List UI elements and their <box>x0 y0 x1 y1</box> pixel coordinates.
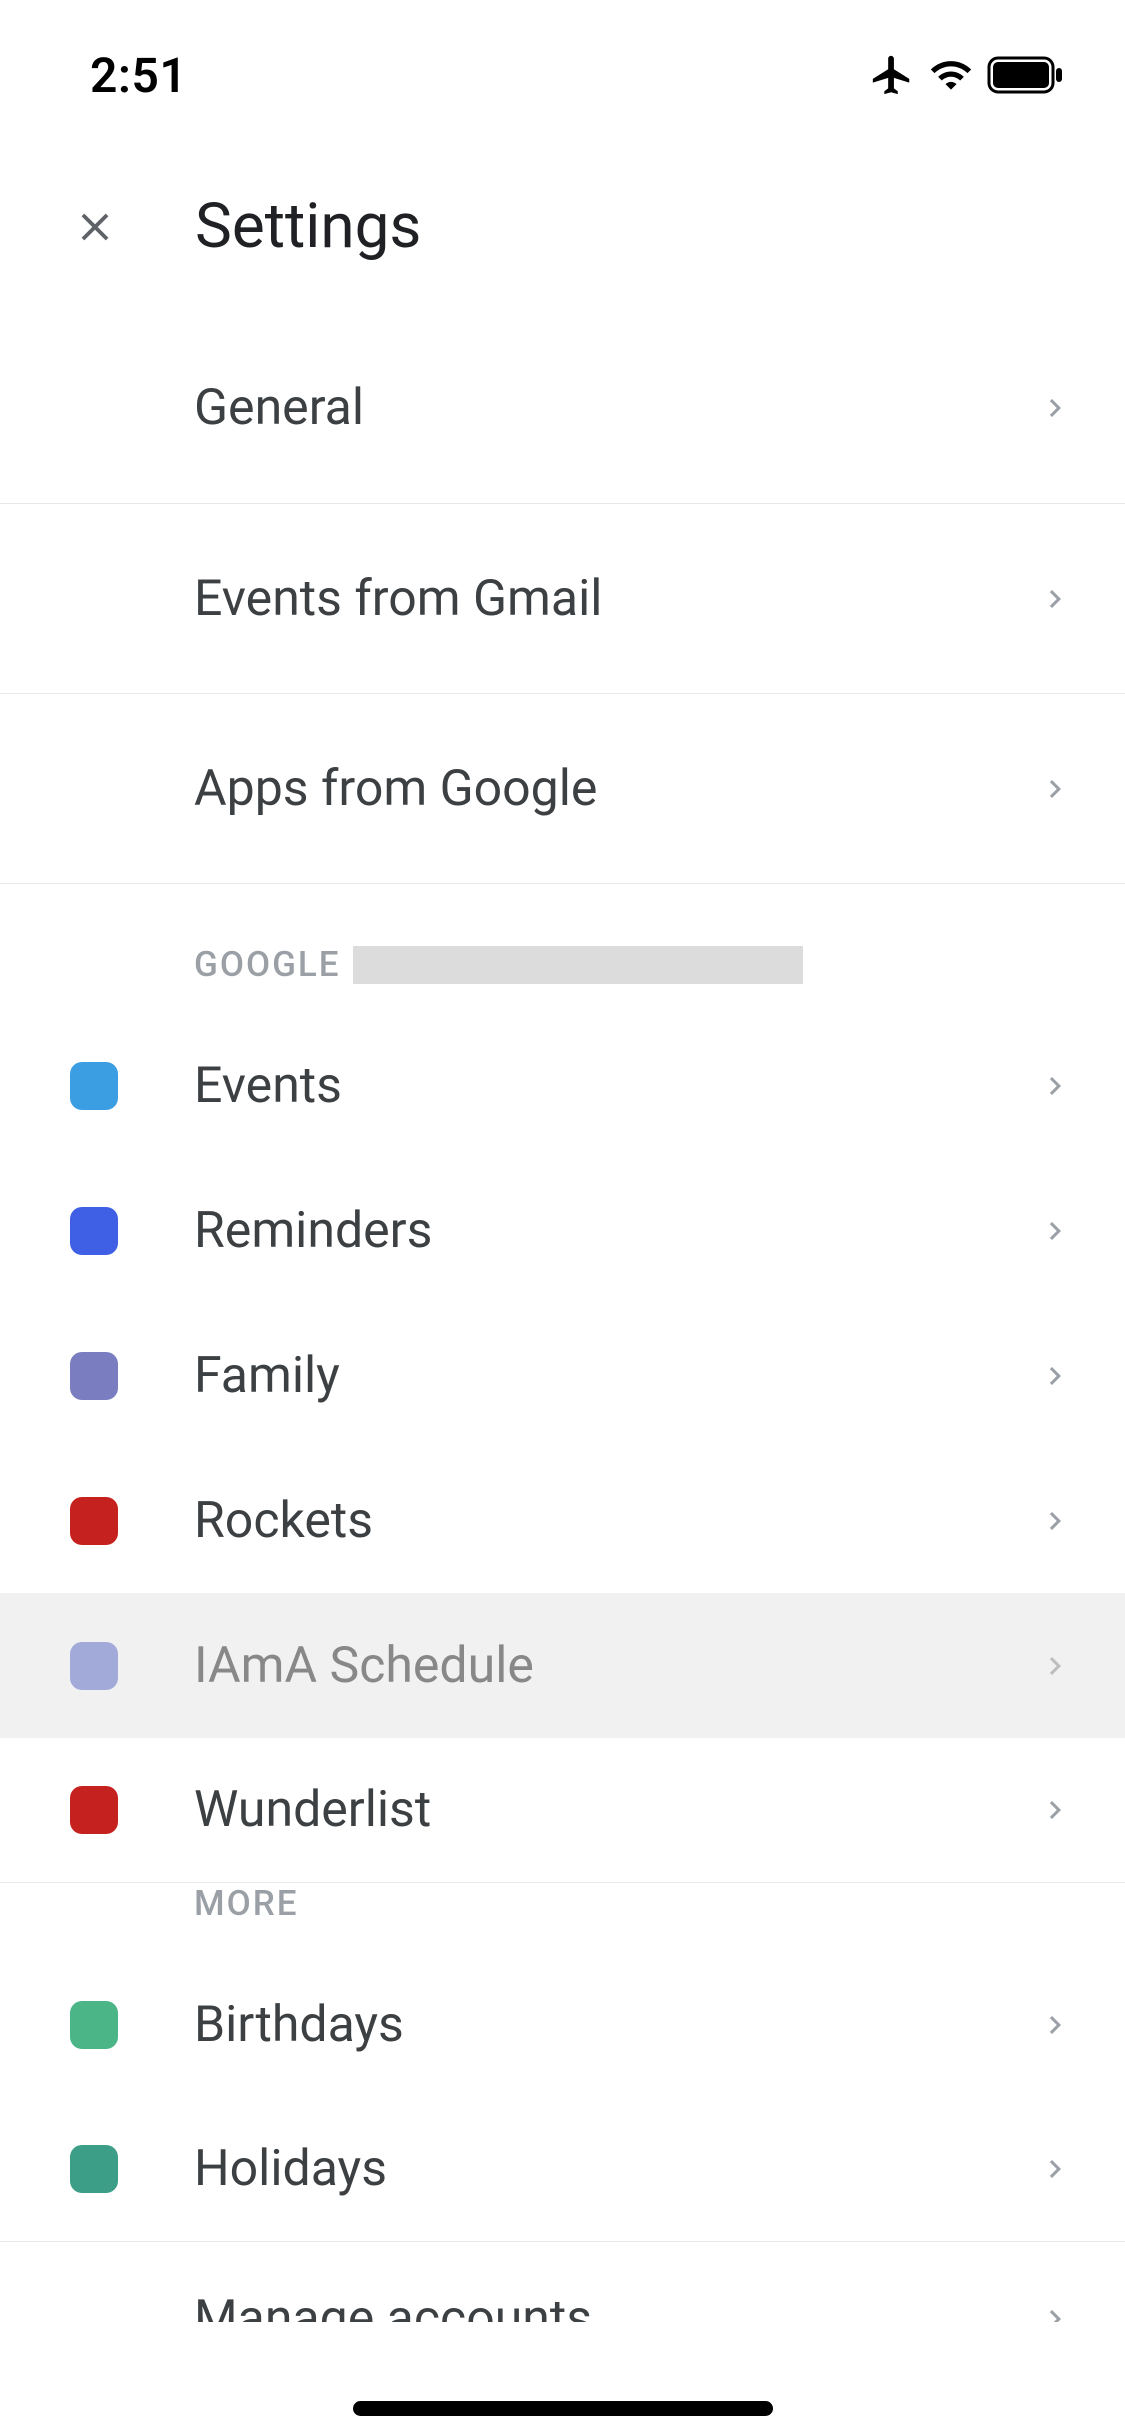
calendar-row-events[interactable]: Events <box>0 1013 1125 1158</box>
close-button[interactable] <box>70 202 120 252</box>
chevron-right-icon <box>1035 769 1075 809</box>
calendar-color-tag <box>70 1352 118 1400</box>
chevron-right-icon <box>1035 2299 1075 2322</box>
more-header-text: MORE <box>194 1883 299 1924</box>
more-section-header: MORE <box>0 1883 1125 1952</box>
chevron-right-icon <box>1035 1356 1075 1396</box>
calendar-color-tag <box>70 1497 118 1545</box>
account-header-text: GOOGLE <box>194 944 341 985</box>
status-icons <box>869 52 1065 98</box>
airplane-mode-icon <box>869 52 915 98</box>
chevron-right-icon <box>1035 2005 1075 2045</box>
page-title: Settings <box>195 190 421 263</box>
chevron-right-icon <box>1035 1501 1075 1541</box>
calendar-label: IAmA Schedule <box>194 1637 1035 1695</box>
calendar-label: Birthdays <box>194 1996 1035 2054</box>
account-section-header: GOOGLE <box>0 884 1125 1013</box>
chevron-right-icon <box>1035 1790 1075 1830</box>
calendar-color-tag <box>70 1786 118 1834</box>
calendar-color-tag <box>70 2145 118 2193</box>
chevron-right-icon <box>1035 2149 1075 2189</box>
calendar-row-family[interactable]: Family <box>0 1303 1125 1448</box>
calendar-row-iama-schedule[interactable]: IAmA Schedule <box>0 1593 1125 1738</box>
row-label: Events from Gmail <box>194 570 1035 628</box>
row-events-from-gmail[interactable]: Events from Gmail <box>0 504 1125 694</box>
chevron-right-icon <box>1035 1211 1075 1251</box>
wifi-icon <box>929 53 973 97</box>
row-label: Apps from Google <box>194 760 1035 818</box>
calendar-label: Rockets <box>194 1492 1035 1550</box>
section-general: General <box>0 313 1125 504</box>
status-bar: 2:51 <box>0 0 1125 130</box>
chevron-right-icon <box>1035 1066 1075 1106</box>
row-label: General <box>194 379 1035 437</box>
calendar-color-tag <box>70 2001 118 2049</box>
calendar-label: Events <box>194 1057 1035 1115</box>
calendar-row-rockets[interactable]: Rockets <box>0 1448 1125 1593</box>
calendar-row-reminders[interactable]: Reminders <box>0 1158 1125 1303</box>
calendar-row-holidays[interactable]: Holidays <box>0 2097 1125 2242</box>
row-apps-from-google[interactable]: Apps from Google <box>0 694 1125 884</box>
calendar-label: Reminders <box>194 1202 1035 1260</box>
row-manage-accounts[interactable]: Manage accounts <box>0 2242 1125 2322</box>
status-time: 2:51 <box>90 47 187 104</box>
calendar-row-wunderlist[interactable]: Wunderlist <box>0 1738 1125 1883</box>
chevron-right-icon <box>1035 579 1075 619</box>
calendar-label: Family <box>194 1347 1035 1405</box>
close-icon <box>72 204 118 250</box>
calendar-row-birthdays[interactable]: Birthdays <box>0 1952 1125 2097</box>
battery-icon <box>987 56 1065 94</box>
account-email-redacted <box>353 946 803 984</box>
calendar-label: Wunderlist <box>194 1781 1035 1839</box>
chevron-right-icon <box>1035 1646 1075 1686</box>
header: Settings <box>0 130 1125 313</box>
calendar-color-tag <box>70 1642 118 1690</box>
calendar-color-tag <box>70 1207 118 1255</box>
manage-accounts-label: Manage accounts <box>194 2290 1035 2322</box>
row-general[interactable]: General <box>0 313 1125 503</box>
home-indicator <box>353 2401 773 2416</box>
chevron-right-icon <box>1035 388 1075 428</box>
calendar-color-tag <box>70 1062 118 1110</box>
calendar-label: Holidays <box>194 2140 1035 2198</box>
